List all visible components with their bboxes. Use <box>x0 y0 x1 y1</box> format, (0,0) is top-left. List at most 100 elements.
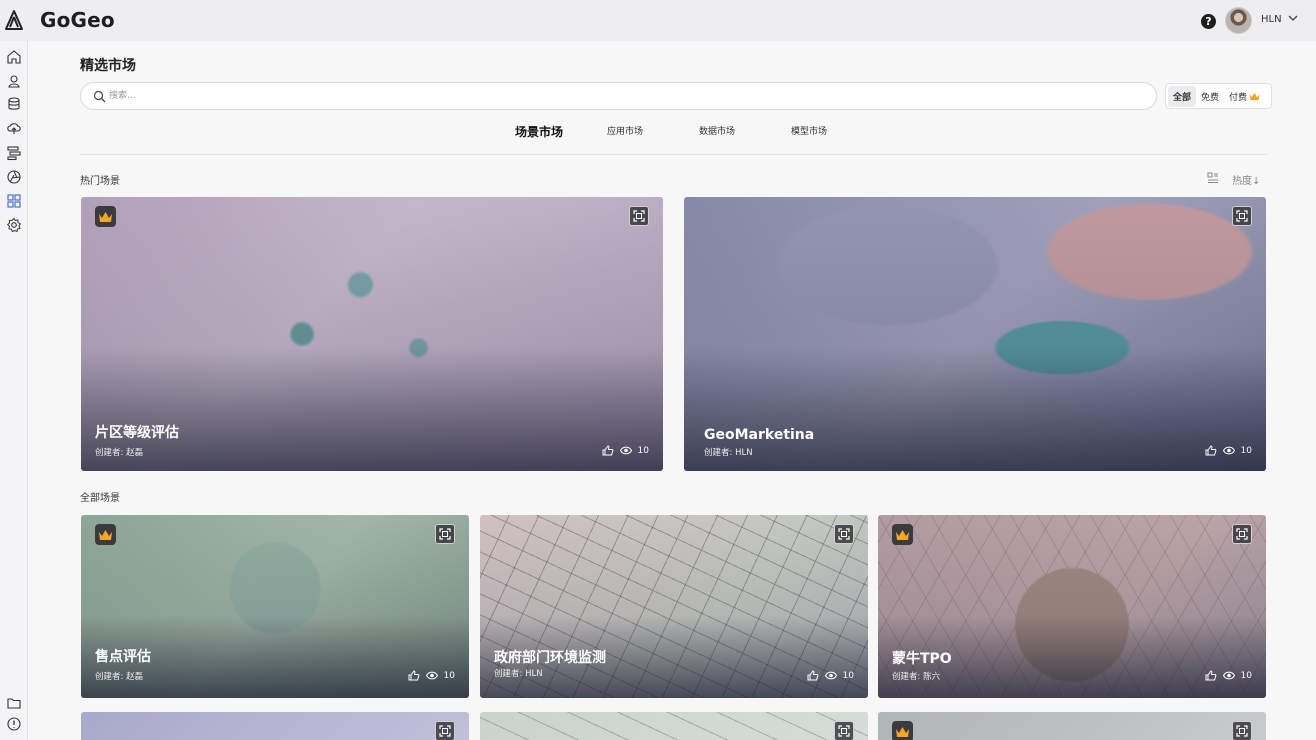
cloud-upload-icon[interactable] <box>6 120 22 136</box>
card-title: 蒙牛TPO <box>892 651 952 667</box>
hot-section-label: 热门场景 <box>80 176 120 187</box>
paid-badge <box>892 721 913 740</box>
fullscreen-button[interactable] <box>629 206 649 226</box>
filter-paid-button[interactable]: 付费 <box>1224 86 1265 107</box>
eye-icon <box>1222 671 1235 680</box>
card-creator: 创建者: HLN <box>494 669 543 679</box>
like-icon[interactable] <box>807 670 819 681</box>
eye-icon <box>1222 446 1235 455</box>
map-thumbnail <box>878 712 1266 740</box>
card-creator: 创建者: 陈六 <box>892 672 941 682</box>
scene-card[interactable]: 片区等级评估 创建者: 赵磊 10 <box>81 197 663 471</box>
info-icon[interactable] <box>6 716 22 732</box>
card-stats: 10 <box>602 445 649 456</box>
scene-card[interactable]: GeoMarketina 创建者: HLN 10 <box>684 197 1266 471</box>
eye-icon <box>824 671 837 680</box>
filter-paid-label: 付费 <box>1229 92 1248 103</box>
fullscreen-icon <box>439 725 451 737</box>
aperture-icon[interactable] <box>6 169 22 185</box>
logo-icon[interactable] <box>4 9 24 31</box>
list-view-icon[interactable] <box>1207 172 1219 184</box>
crown-icon <box>896 529 909 540</box>
tab-model-market[interactable]: 模型市场 <box>791 124 827 137</box>
card-title: GeoMarketina <box>704 427 815 443</box>
fullscreen-button[interactable] <box>1232 721 1252 740</box>
crown-icon <box>1249 92 1260 100</box>
card-stats: 10 <box>408 670 455 681</box>
scene-card[interactable] <box>480 712 868 740</box>
search-input[interactable] <box>109 87 1109 105</box>
like-icon[interactable] <box>408 670 420 681</box>
fullscreen-icon <box>1236 210 1248 222</box>
scene-card[interactable]: 售点评估 创建者: 赵磊 10 <box>81 515 469 698</box>
location-user-icon[interactable] <box>6 73 22 89</box>
fullscreen-button[interactable] <box>1232 206 1252 226</box>
view-count: 10 <box>842 670 854 681</box>
map-thumbnail <box>480 712 868 740</box>
card-stats: 10 <box>807 670 854 681</box>
like-icon[interactable] <box>1205 670 1217 681</box>
app-brand[interactable]: GoGeo <box>40 8 115 32</box>
card-title: 政府部门环境监测 <box>494 650 606 666</box>
page-title: 精选市场 <box>80 58 136 74</box>
workflow-icon[interactable] <box>6 145 22 161</box>
chevron-down-icon[interactable] <box>1287 12 1299 24</box>
paid-badge <box>95 524 116 545</box>
map-thumbnail <box>81 712 469 740</box>
view-count: 10 <box>637 445 649 456</box>
username[interactable]: HLN <box>1261 14 1282 25</box>
crown-icon <box>896 726 909 737</box>
card-stats: 10 <box>1205 670 1252 681</box>
filter-all-button[interactable]: 全部 <box>1168 85 1197 107</box>
card-stats: 10 <box>1205 445 1252 456</box>
fullscreen-icon <box>1236 528 1248 540</box>
fullscreen-icon <box>838 725 850 737</box>
scene-card[interactable]: 蒙牛TPO 创建者: 陈六 10 <box>878 515 1266 698</box>
crown-icon <box>99 529 112 540</box>
paid-badge <box>892 524 913 545</box>
fullscreen-button[interactable] <box>834 524 854 544</box>
search-icon <box>93 90 106 103</box>
settings-icon[interactable] <box>6 217 22 233</box>
grid-apps-icon[interactable] <box>0 189 28 213</box>
fullscreen-button[interactable] <box>435 524 455 544</box>
fullscreen-icon <box>633 210 645 222</box>
card-title: 片区等级评估 <box>95 425 179 441</box>
filter-free-button[interactable]: 免费 <box>1196 86 1224 107</box>
avatar[interactable] <box>1225 7 1252 34</box>
fullscreen-icon <box>1236 725 1248 737</box>
tab-scene-market[interactable]: 场景市场 <box>515 123 563 140</box>
tab-data-market[interactable]: 数据市场 <box>699 124 735 137</box>
help-icon[interactable]: ? <box>1201 14 1216 29</box>
fullscreen-button[interactable] <box>834 721 854 740</box>
tab-app-market[interactable]: 应用市场 <box>607 124 643 137</box>
divider <box>80 154 1267 155</box>
card-title: 售点评估 <box>95 649 151 665</box>
price-filter: 全部 免费 付费 <box>1165 83 1272 109</box>
card-creator: 创建者: 赵磊 <box>95 448 144 458</box>
sidebar <box>0 41 28 740</box>
home-icon[interactable] <box>6 49 22 65</box>
crown-icon <box>99 211 112 222</box>
folder-icon[interactable] <box>6 695 22 711</box>
view-count: 10 <box>1240 445 1252 456</box>
search-bar <box>80 82 1157 110</box>
card-creator: 创建者: HLN <box>704 448 753 458</box>
scene-card[interactable] <box>81 712 469 740</box>
fullscreen-icon <box>439 528 451 540</box>
database-icon[interactable] <box>6 96 22 112</box>
eye-icon <box>619 446 632 455</box>
fullscreen-button[interactable] <box>1232 524 1252 544</box>
like-icon[interactable] <box>1205 445 1217 456</box>
all-section-label: 全部场景 <box>80 493 120 504</box>
like-icon[interactable] <box>602 445 614 456</box>
sort-by-popularity[interactable]: 热度↓ <box>1232 172 1260 187</box>
view-count: 10 <box>1240 670 1252 681</box>
top-bar: GoGeo ? HLN <box>0 0 1316 41</box>
fullscreen-button[interactable] <box>435 721 455 740</box>
scene-card[interactable] <box>878 712 1266 740</box>
scene-card[interactable]: 政府部门环境监测 创建者: HLN 10 <box>480 515 868 698</box>
card-creator: 创建者: 赵磊 <box>95 672 144 682</box>
paid-badge <box>95 206 116 227</box>
eye-icon <box>425 671 438 680</box>
